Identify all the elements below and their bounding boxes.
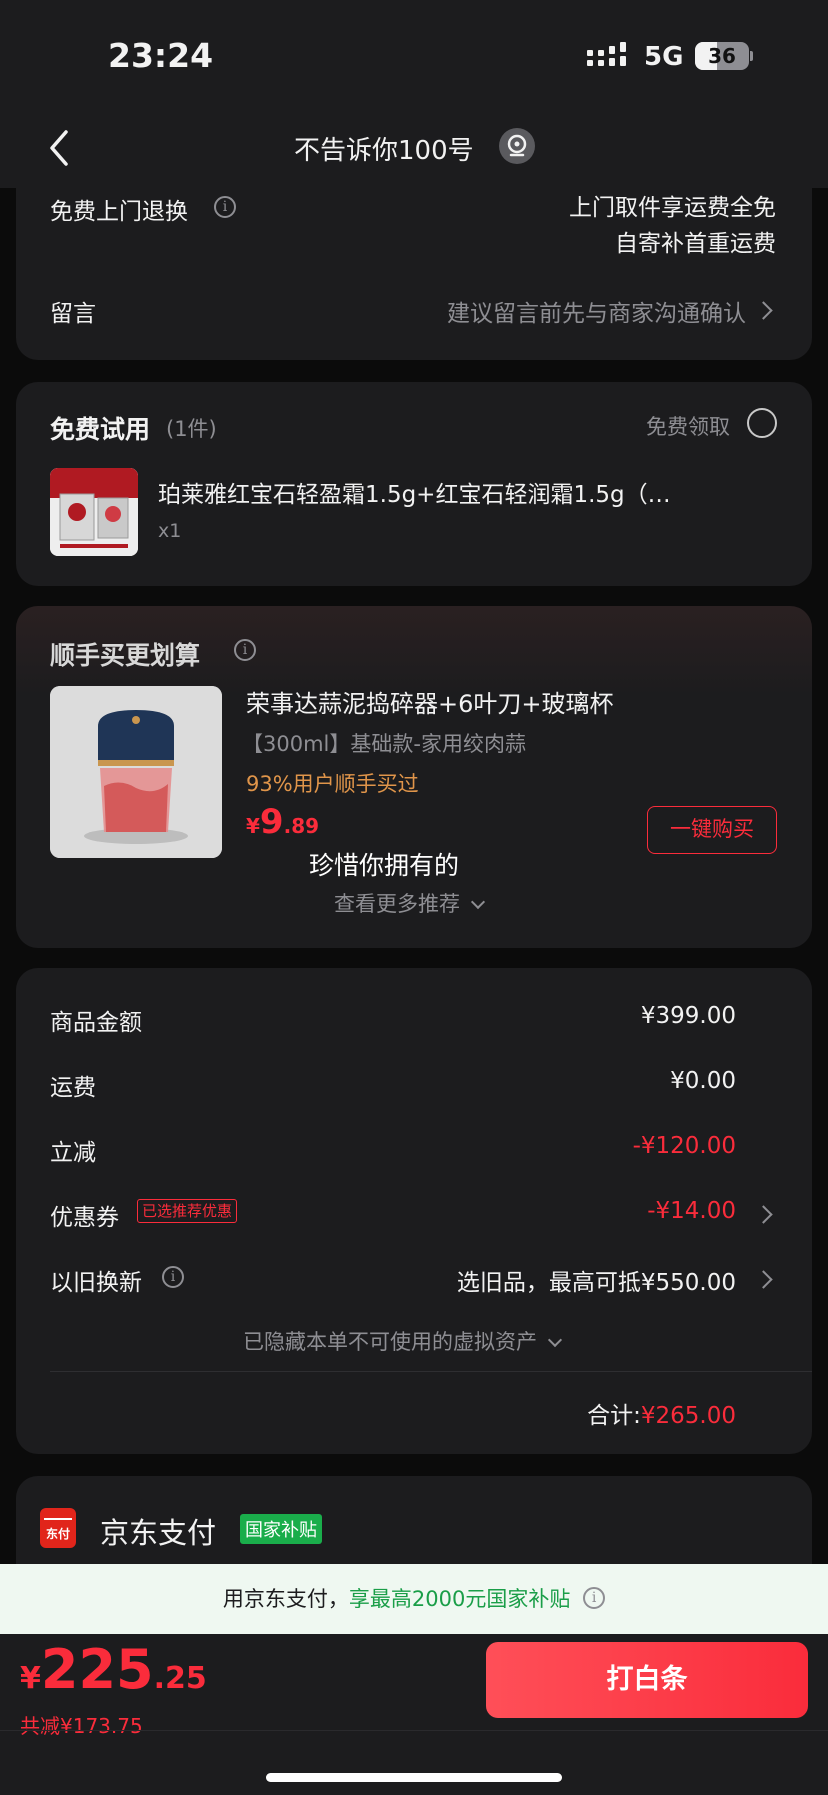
summary-row-label: 运费 — [50, 1075, 96, 1101]
info-icon[interactable]: i — [583, 1587, 606, 1609]
summary-row-label: 商品金额 — [50, 1010, 142, 1036]
addon-product-name[interactable]: 荣事达蒜泥捣碎器+6叶刀+玻璃杯 — [246, 684, 614, 719]
addon-product-spec: 【300ml】基础款-家用绞肉蒜 — [242, 732, 526, 756]
checkout-bar: ¥225.25 共减¥173.75 打白条 — [0, 1634, 828, 1795]
subsidy-banner[interactable]: 用京东支付，享最高2000元国家补贴 i — [0, 1564, 828, 1634]
free-trial-count: (1件) — [166, 417, 217, 441]
free-claim-radio[interactable] — [747, 408, 777, 438]
one-click-buy-button[interactable]: 一键购买 — [647, 806, 777, 854]
info-icon[interactable]: i — [214, 196, 236, 218]
trial-product-name[interactable]: 珀莱雅红宝石轻盈霜1.5g+红宝石轻润霜1.5g（… — [158, 475, 671, 509]
chevron-down-icon — [470, 894, 485, 910]
bottom-divider — [0, 1730, 828, 1731]
trial-product-qty: x1 — [158, 520, 182, 542]
pay-button[interactable]: 打白条 — [486, 1642, 808, 1718]
message-label: 留言 — [50, 301, 96, 327]
summary-divider — [50, 1371, 812, 1372]
jd-pay-icon: 东付 — [40, 1508, 76, 1548]
trial-product-image[interactable] — [50, 468, 138, 556]
chevron-down-icon — [547, 1332, 562, 1348]
hidden-assets-note[interactable]: 已隐藏本单不可使用的虚拟资产 — [243, 1326, 562, 1356]
summary-row-value: -¥120.00 — [632, 1133, 736, 1159]
payment-method-name: 京东支付 — [100, 1516, 217, 1550]
message-field[interactable]: 建议留言前先与商家沟通确认 — [246, 294, 746, 328]
total-label: 合计: — [587, 1403, 641, 1429]
addon-card: 顺手买更划算 i 荣事达蒜泥捣碎器+6叶刀+玻璃杯 【300ml】基础款-家用绞… — [16, 606, 812, 948]
total-saved: 共减¥173.75 — [20, 1714, 143, 1738]
back-icon[interactable] — [46, 128, 82, 168]
free-return-line2: 自寄补首重运费 — [615, 231, 776, 257]
overlay-caption: 珍惜你拥有的 — [309, 851, 460, 880]
addon-product-stat: 93%用户顺手买过 — [246, 772, 419, 796]
addon-title: 顺手买更划算 — [50, 641, 201, 670]
home-indicator — [266, 1773, 562, 1782]
free-trial-title: 免费试用 — [50, 415, 151, 444]
trade-in-label: 以旧换新 — [50, 1270, 142, 1296]
coupon-value[interactable]: -¥14.00 — [436, 1198, 736, 1224]
free-claim-label: 免费领取 — [646, 415, 730, 439]
trade-in-value[interactable]: 选旧品，最高可抵¥550.00 — [336, 1263, 736, 1297]
national-subsidy-badge: 国家补贴 — [240, 1514, 322, 1544]
coupon-label: 优惠券 — [50, 1205, 119, 1231]
free-trial-card: 免费试用 (1件) 免费领取 珀莱雅红宝石轻盈霜1.5g+红宝石轻润霜1.5g（… — [16, 382, 812, 586]
addon-price: ¥9.89 — [246, 802, 320, 842]
total-value: ¥265.00 — [640, 1403, 736, 1429]
status-time: 23:24 — [108, 36, 214, 75]
free-return-line1: 上门取件享运费全免 — [569, 195, 776, 221]
summary-row-value: ¥0.00 — [670, 1068, 736, 1094]
more-recommendations[interactable]: 查看更多推荐 — [334, 888, 485, 918]
total-row: 合计:¥265.00 — [587, 1396, 736, 1430]
coupon-badge: 已选推荐优惠 — [137, 1199, 238, 1223]
shop-title: 不告诉你100号 — [294, 136, 474, 166]
final-price: ¥225.25 — [20, 1638, 207, 1701]
chevron-right-icon — [754, 301, 773, 320]
info-icon[interactable]: i — [162, 1266, 184, 1288]
signal-icon — [587, 42, 629, 70]
nav-bar: 不告诉你100号 — [0, 110, 828, 188]
summary-row-label: 立减 — [50, 1140, 96, 1166]
returns-card: 免费上门退换 i 上门取件享运费全免 自寄补首重运费 留言 建议留言前先与商家沟… — [16, 188, 812, 360]
free-return-label: 免费上门退换 — [50, 199, 188, 225]
chevron-right-icon[interactable] — [754, 1205, 773, 1224]
addon-product-image[interactable] — [50, 686, 222, 858]
battery-icon: 36 — [695, 42, 753, 70]
chevron-right-icon[interactable] — [754, 1270, 773, 1289]
network-label: 5G — [644, 42, 684, 72]
status-bar: 23:24 5G 36 — [0, 0, 828, 110]
shop-location-icon[interactable] — [499, 128, 535, 164]
battery-level: 36 — [708, 44, 736, 68]
summary-row-value: ¥399.00 — [640, 1003, 736, 1029]
info-icon[interactable]: i — [234, 639, 256, 661]
order-summary-card: 商品金额 ¥399.00 运费 ¥0.00 立减 -¥120.00 优惠券 已选… — [16, 968, 812, 1454]
